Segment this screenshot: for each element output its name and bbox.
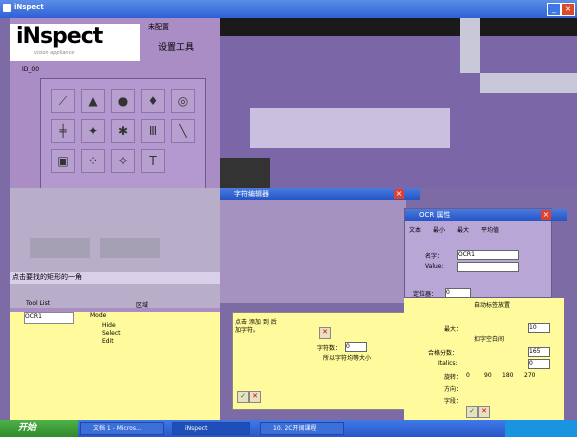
config-tab[interactable]: 未配置: [148, 22, 169, 32]
font-cancel-icon[interactable]: ✕: [478, 406, 490, 418]
pen-preview: [100, 238, 160, 258]
logo-subtitle: vision appliance: [34, 50, 75, 56]
taskbar: 开始 文档 1 - Micros... iNspect 10. 2C开阔课程: [0, 420, 577, 437]
rotate-90[interactable]: 90: [484, 372, 492, 379]
ring-tool-icon[interactable]: ◎: [171, 89, 195, 113]
minimize-button[interactable]: _: [547, 3, 561, 16]
mode-hide[interactable]: Hide: [102, 322, 116, 329]
char-editor-title: 字符编辑器: [220, 188, 420, 200]
tool-settings-panel: [10, 188, 220, 308]
start-button[interactable]: 开始: [0, 420, 78, 437]
mode-edit[interactable]: Edit: [102, 338, 114, 345]
system-tray: [505, 420, 577, 437]
name-label: 名字：: [425, 253, 444, 260]
mode-label: Mode: [90, 312, 107, 319]
tool-list-panel: Tool List OCR1 Mode Hide Select Edit 区域: [10, 300, 220, 420]
rotate-label: 旋转：: [444, 374, 463, 381]
title-bar: iNspect _ ×: [0, 0, 577, 18]
tool-list-item[interactable]: OCR1: [24, 312, 74, 324]
blob-tool-icon[interactable]: ✱: [111, 119, 135, 143]
position-field[interactable]: 0: [445, 288, 471, 298]
tab-text[interactable]: 文本: [409, 225, 421, 234]
rotate-180[interactable]: 180: [502, 372, 513, 379]
id-label: ID_00: [22, 66, 40, 73]
count-label: 字符数：: [317, 345, 342, 352]
dots-tool-icon[interactable]: ⁘: [81, 149, 105, 173]
position-label: 定位器：: [413, 291, 438, 298]
delete-icon[interactable]: ✕: [319, 327, 331, 339]
circle-tool-icon[interactable]: ●: [111, 89, 135, 113]
bars-tool-icon[interactable]: Ⅲ: [141, 119, 165, 143]
font-size-label: 最大：: [444, 326, 463, 333]
italic-label: Italics:: [438, 360, 458, 367]
field-label: 字段：: [444, 398, 463, 405]
count-field[interactable]: 0: [345, 342, 367, 352]
task-word[interactable]: 文档 1 - Micros...: [80, 422, 164, 435]
pen-tool-icon[interactable]: ╲: [171, 119, 195, 143]
dir-label: 方向：: [444, 386, 463, 393]
task-course[interactable]: 10. 2C开阔课程: [260, 422, 344, 435]
leaf-tool-icon[interactable]: ♦: [141, 89, 165, 113]
rotate-270[interactable]: 270: [524, 372, 535, 379]
spacing-field[interactable]: 165: [528, 347, 550, 357]
tab-max[interactable]: 最大: [457, 225, 469, 234]
app-icon: [3, 4, 11, 12]
tab-avg[interactable]: 平均值: [481, 225, 499, 234]
ok-icon[interactable]: ✓: [237, 391, 249, 403]
camera-view[interactable]: [220, 18, 577, 188]
all-chars-checkbox[interactable]: 所以字符均等大小: [323, 353, 371, 362]
mode-select[interactable]: Select: [102, 330, 121, 337]
font-ok-icon[interactable]: ✓: [466, 406, 478, 418]
area-label: 区域: [136, 302, 149, 309]
font-size-field[interactable]: 10: [528, 323, 550, 333]
tab-min[interactable]: 最小: [433, 225, 445, 234]
ocr-dialog: OCR 属性 × 文本 最小 最大 平均值 名字： OCR1 Value: 定位…: [404, 208, 567, 298]
panel-title: 设置工具: [158, 43, 195, 53]
cancel-icon[interactable]: ✕: [249, 391, 261, 403]
value-label: Value:: [425, 263, 444, 270]
value-field[interactable]: [457, 262, 519, 272]
window-title: iNspect: [14, 3, 44, 11]
line-preview: [30, 238, 90, 258]
font-settings-panel: 自动标签放置 最大： 10 扣字空白间 合格分数： 165 Italics: 0…: [404, 298, 564, 420]
name-field[interactable]: OCR1: [457, 250, 519, 260]
star-tool-icon[interactable]: ✧: [111, 149, 135, 173]
text-dialog: 点击 添加 到 后 加字符。 ✕ 字符数： 0 所以字符均等大小 ✓ ✕: [232, 312, 412, 410]
spacing-label: 合格分数：: [428, 350, 459, 357]
frame-tool-icon[interactable]: ▣: [51, 149, 75, 173]
logo: iNspect: [16, 24, 103, 49]
auto-label-checkbox[interactable]: 自动标签放置: [474, 300, 510, 309]
wrap-checkbox[interactable]: 扣字空白间: [474, 334, 504, 343]
text-dialog-line2: 加字符。: [235, 327, 260, 334]
logo-area: iNspect vision appliance: [10, 24, 140, 61]
char-editor-window: 字符编辑器 ×: [220, 188, 420, 303]
char-editor-close-icon[interactable]: ×: [394, 189, 404, 199]
text-tool-icon[interactable]: T: [141, 149, 165, 173]
tool-list-label: Tool List: [26, 300, 51, 307]
triangle-tool-icon[interactable]: ▲: [81, 89, 105, 113]
rotate-0[interactable]: 0: [466, 372, 470, 379]
ocr-close-icon[interactable]: ×: [541, 210, 551, 220]
italic-field[interactable]: 0: [528, 359, 550, 369]
tools-box: ⟋ ▲ ● ♦ ◎ ╪ ✦ ✱ Ⅲ ╲ ▣ ⁘ ✧ T: [40, 78, 206, 192]
task-inspect[interactable]: iNspect: [172, 422, 250, 435]
status-text: 点击要找的矩形的一角: [10, 272, 222, 284]
line-tool-icon[interactable]: ⟋: [51, 89, 75, 113]
edge-tool-icon[interactable]: ╪: [51, 119, 75, 143]
close-button[interactable]: ×: [561, 3, 575, 16]
point-tool-icon[interactable]: ✦: [81, 119, 105, 143]
